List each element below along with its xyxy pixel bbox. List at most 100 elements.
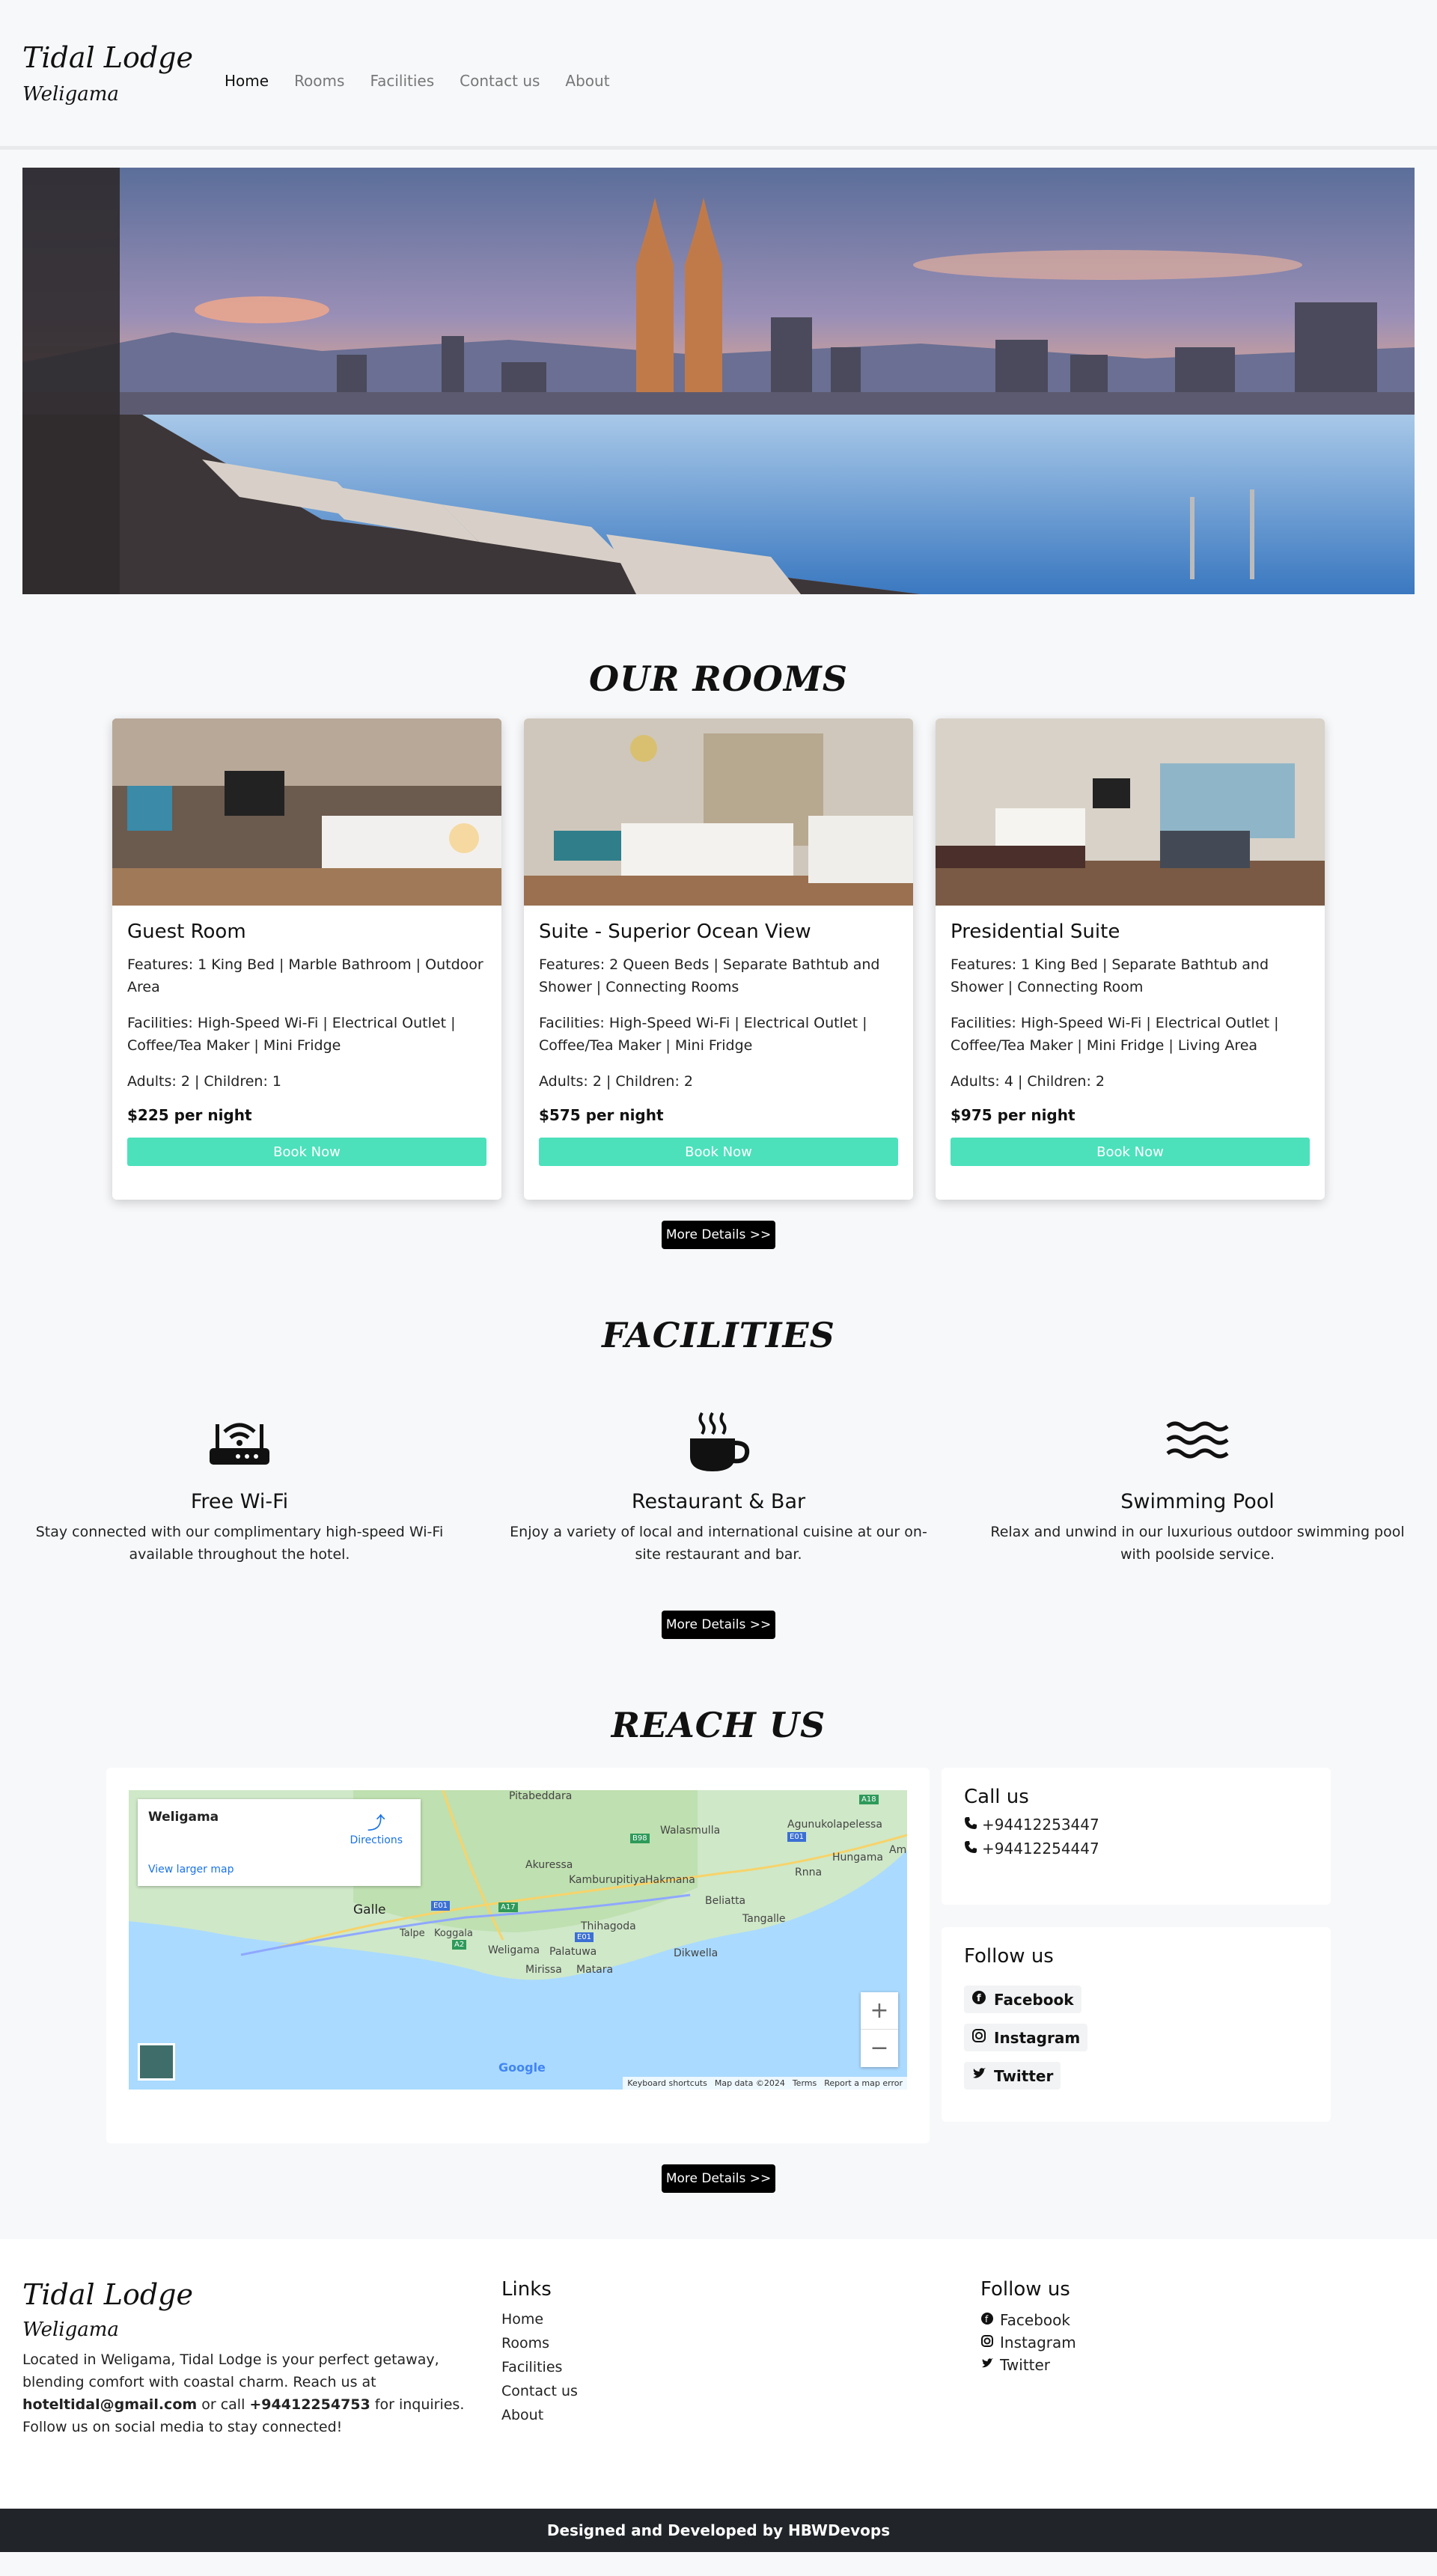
google-logo: Google [498,2060,546,2075]
book-now-button[interactable]: Book Now [539,1138,898,1166]
map-layer-toggle[interactable] [138,2043,175,2081]
phone-icon [964,1840,977,1858]
room-card-presidential: Presidential Suite Features: 1 King Bed … [936,718,1325,1200]
phone-number: +94412254447 [982,1840,1099,1858]
twitter-label: Twitter [994,2066,1054,2085]
facility-desc: Enjoy a variety of local and internation… [510,1524,927,1563]
nav-contact[interactable]: Contact us [460,72,540,90]
room-image [524,718,913,906]
instagram-icon [980,2334,994,2351]
map-data-text: Map data ©2024 [714,2078,785,2088]
facility-restaurant: Restaurant & Bar Enjoy a variety of loca… [509,1408,928,1566]
google-map[interactable]: Weligama ⤴ Directions View larger map Pi… [129,1790,907,2090]
room-name: Presidential Suite [951,921,1120,943]
twitter-link[interactable]: Twitter [964,2062,1061,2090]
room-name: Guest Room [127,921,246,943]
zoom-in-button[interactable]: + [861,1992,898,2030]
footer-link-facilities[interactable]: Facilities [501,2359,980,2375]
directions-label: Directions [350,1834,403,1846]
map-label: Pitabeddara [509,1790,573,1802]
map-label: Dikwella [674,1947,718,1959]
footer-link-about[interactable]: About [501,2407,980,2423]
directions-button[interactable]: ⤴ Directions [350,1808,403,1846]
reach-title: REACH US [611,1705,826,1745]
directions-icon: ⤴ [367,1813,385,1834]
map-label: Hungama [832,1852,883,1864]
map-label: Tangalle [742,1913,786,1925]
footer-brand-location: Weligama [22,2319,119,2341]
map-info-card: Weligama ⤴ Directions View larger map [138,1799,421,1886]
map-label: Hakmana [645,1874,695,1886]
room-occupancy: Adults: 4 | Children: 2 [951,1073,1105,1090]
map-label: Koggala [434,1928,473,1939]
facebook-link[interactable]: f Facebook [964,1986,1081,2013]
follow-us-title: Follow us [964,1945,1054,1968]
footer-link-rooms[interactable]: Rooms [501,2335,980,2351]
room-price: $975 per night [951,1106,1076,1124]
instagram-link[interactable]: Instagram [964,2024,1088,2051]
footer-link-home[interactable]: Home [501,2311,980,2328]
book-now-button[interactable]: Book Now [951,1138,1310,1166]
call-us-title: Call us [964,1786,1029,1808]
nav-home[interactable]: Home [225,72,269,90]
router-icon [30,1408,449,1475]
facilities-more-details-button[interactable]: More Details >> [662,1611,775,1639]
facebook-icon: f [980,2311,994,2329]
reach-more-details-button[interactable]: More Details >> [662,2164,775,2193]
facility-name: Free Wi-Fi [190,1490,289,1513]
call-us-card: Call us +94412253447 +94412254447 [942,1768,1331,1905]
road-badge: E01 [787,1832,807,1842]
footer-instagram-label: Instagram [1000,2334,1076,2351]
room-card-suite: Suite - Superior Ocean View Features: 2 … [524,718,913,1200]
room-price: $225 per night [127,1106,252,1124]
nav-about[interactable]: About [565,72,609,90]
road-badge: A18 [859,1795,879,1804]
map-label: Walasmulla [660,1825,721,1837]
brand[interactable]: Tidal Lodge Weligama [22,41,225,106]
phone-icon [964,1816,977,1834]
room-image [936,718,1325,906]
nav-rooms[interactable]: Rooms [294,72,344,90]
road-badge: A17 [498,1902,518,1912]
footer-twitter-link[interactable]: Twitter [980,2356,1400,2374]
footer-about-part: Located in Weligama, Tidal Lodge is your… [22,2351,439,2390]
room-list: Guest Room Features: 1 King Bed | Marble… [0,718,1437,1200]
facility-pool: Swimming Pool Relax and unwind in our lu… [988,1408,1407,1566]
room-image [112,718,501,906]
facebook-label: Facebook [994,1990,1074,2009]
terms-link[interactable]: Terms [793,2078,817,2088]
footer-email[interactable]: hoteltidal@gmail.com [22,2396,197,2413]
room-features: Features: 1 King Bed | Marble Bathroom |… [127,956,483,995]
svg-text:f: f [977,1993,981,2004]
footer-about-part: or call [201,2396,245,2413]
nav-facilities[interactable]: Facilities [370,72,434,90]
footer-instagram-link[interactable]: Instagram [980,2334,1400,2351]
footer-facebook-link[interactable]: f Facebook [980,2311,1400,2329]
zoom-out-button[interactable]: − [861,2030,898,2067]
footer-phone[interactable]: +94412254753 [249,2396,370,2413]
footer-facebook-label: Facebook [1000,2311,1070,2329]
road-badge: B98 [630,1834,650,1843]
book-now-button[interactable]: Book Now [127,1138,486,1166]
zoom-controls: + − [861,1992,898,2067]
phone-row[interactable]: +94412254447 [964,1840,1308,1858]
room-occupancy: Adults: 2 | Children: 2 [539,1073,693,1090]
hero-image [22,168,1415,594]
footer-link-contact[interactable]: Contact us [501,2383,980,2399]
footer-about: Tidal Lodge Weligama Located in Weligama… [22,2278,501,2509]
room-facilities: Facilities: High-Speed Wi-Fi | Electrica… [539,1015,867,1054]
map-label: Thihagoda [581,1920,636,1932]
map-label: Talpe [400,1928,425,1939]
room-facilities: Facilities: High-Speed Wi-Fi | Electrica… [951,1015,1279,1054]
map-label: Agunukolapelessa [787,1819,882,1831]
rooms-more-details-button[interactable]: More Details >> [662,1221,775,1249]
map-label: Weligama [488,1944,540,1956]
view-larger-map-link[interactable]: View larger map [148,1864,234,1875]
report-map-error-link[interactable]: Report a map error [824,2078,903,2088]
facility-desc: Stay connected with our complimentary hi… [35,1524,444,1563]
contact-sidebar: Call us +94412253447 +94412254447 Follow… [942,1768,1331,2143]
reach-section: Weligama ⤴ Directions View larger map Pi… [0,1768,1437,2143]
room-card-guest: Guest Room Features: 1 King Bed | Marble… [112,718,501,1200]
keyboard-shortcuts-link[interactable]: Keyboard shortcuts [627,2078,707,2088]
phone-row[interactable]: +94412253447 [964,1816,1308,1834]
